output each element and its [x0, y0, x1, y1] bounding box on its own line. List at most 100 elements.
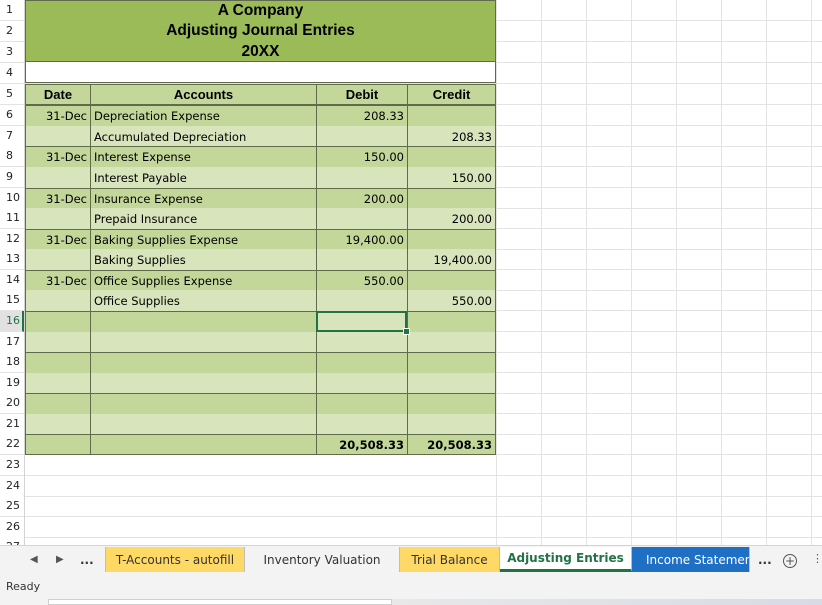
worksheet-grid[interactable]: 1 2 3 4 5 6 7 8 9 10 11 12 13 14 15 16 17 18 19 20 21 22 23 24 2…	[0, 0, 822, 545]
tabs-more-right[interactable]: ...	[758, 553, 772, 567]
row-header-13[interactable]: 13	[0, 249, 24, 270]
empty-date-cell[interactable]	[25, 373, 90, 394]
row-header-22[interactable]: 22	[0, 434, 24, 455]
entry-date-cell[interactable]	[25, 208, 90, 229]
entry-account-cell[interactable]: Office Supplies	[90, 290, 316, 311]
entry-account-cell[interactable]: Prepaid Insurance	[90, 208, 316, 229]
tab-trial-balance[interactable]: Trial Balance	[400, 547, 500, 572]
empty-date-cell[interactable]	[25, 332, 90, 353]
fill-handle[interactable]	[403, 328, 410, 335]
entry-date-cell[interactable]: 31-Dec	[25, 229, 90, 250]
tab-adjusting-entries[interactable]: Adjusting Entries	[500, 547, 632, 572]
tab-inventory-valuation[interactable]: Inventory Valuation	[245, 547, 400, 572]
entry-account-cell[interactable]: Office Supplies Expense	[90, 270, 316, 291]
entry-date-cell[interactable]: 31-Dec	[25, 105, 90, 126]
entry-debit-cell[interactable]	[316, 167, 407, 188]
empty-account-cell[interactable]	[90, 352, 316, 373]
row-header-9[interactable]: 9	[0, 167, 24, 188]
empty-debit-cell[interactable]	[316, 352, 407, 373]
row-header-7[interactable]: 7	[0, 126, 24, 147]
empty-date-cell[interactable]	[25, 352, 90, 373]
empty-date-cell[interactable]	[25, 414, 90, 435]
entry-account-cell[interactable]: Baking Supplies	[90, 249, 316, 270]
row-header-20[interactable]: 20	[0, 393, 24, 414]
blank-row-4[interactable]	[25, 62, 496, 83]
report-title-block[interactable]: A Company Adjusting Journal Entries 20XX	[25, 0, 496, 62]
row-header-6[interactable]: 6	[0, 105, 24, 126]
row-header-3[interactable]: 3	[0, 42, 24, 63]
entry-credit-cell[interactable]	[407, 188, 496, 209]
total-debit[interactable]: 20,508.33	[316, 434, 407, 455]
empty-account-cell[interactable]	[90, 373, 316, 394]
row-header-25[interactable]: 25	[0, 496, 24, 517]
empty-credit-cell[interactable]	[407, 373, 496, 394]
entry-date-cell[interactable]	[25, 249, 90, 270]
entry-date-cell[interactable]	[25, 126, 90, 147]
row-header-15[interactable]: 15	[0, 290, 24, 311]
tab-scroll-right-icon[interactable]: ▶	[56, 554, 64, 565]
entry-credit-cell[interactable]	[407, 229, 496, 250]
row-header-27[interactable]: 27	[0, 537, 24, 545]
total-account-cell[interactable]	[90, 434, 316, 455]
entry-credit-cell[interactable]: 208.33	[407, 126, 496, 147]
entry-credit-cell[interactable]: 19,400.00	[407, 249, 496, 270]
empty-credit-cell[interactable]	[407, 393, 496, 414]
row-header-24[interactable]: 24	[0, 476, 24, 497]
entry-debit-cell[interactable]	[316, 290, 407, 311]
entry-date-cell[interactable]	[25, 167, 90, 188]
entry-debit-cell[interactable]: 208.33	[316, 105, 407, 126]
empty-account-cell[interactable]	[90, 414, 316, 435]
entry-account-cell[interactable]: Depreciation Expense	[90, 105, 316, 126]
empty-debit-cell[interactable]	[316, 393, 407, 414]
row-header-2[interactable]: 2	[0, 21, 24, 42]
row-header-21[interactable]: 21	[0, 414, 24, 435]
entry-account-cell[interactable]: Insurance Expense	[90, 188, 316, 209]
empty-account-cell[interactable]	[90, 311, 316, 332]
row-header-1[interactable]: 1	[0, 0, 24, 21]
entry-credit-cell[interactable]: 200.00	[407, 208, 496, 229]
total-date-cell[interactable]	[25, 434, 90, 455]
row-header-8[interactable]: 8	[0, 146, 24, 167]
header-debit[interactable]: Debit	[316, 84, 407, 105]
row-header-16[interactable]: 16	[0, 311, 24, 332]
entry-date-cell[interactable]	[25, 290, 90, 311]
header-date[interactable]: Date	[25, 84, 90, 105]
entry-date-cell[interactable]: 31-Dec	[25, 188, 90, 209]
empty-debit-cell[interactable]	[316, 332, 407, 353]
total-credit[interactable]: 20,508.33	[407, 434, 496, 455]
entry-credit-cell[interactable]: 150.00	[407, 167, 496, 188]
row-header-14[interactable]: 14	[0, 270, 24, 291]
row-header-18[interactable]: 18	[0, 352, 24, 373]
entry-debit-cell[interactable]	[316, 249, 407, 270]
row-header-12[interactable]: 12	[0, 229, 24, 250]
empty-date-cell[interactable]	[25, 393, 90, 414]
row-header-19[interactable]: 19	[0, 373, 24, 394]
entry-date-cell[interactable]: 31-Dec	[25, 270, 90, 291]
entry-debit-cell[interactable]	[316, 126, 407, 147]
row-header-5[interactable]: 5	[0, 84, 24, 105]
empty-debit-cell[interactable]	[316, 373, 407, 394]
empty-credit-cell[interactable]	[407, 414, 496, 435]
row-header-4[interactable]: 4	[0, 63, 24, 84]
entry-debit-cell[interactable]: 150.00	[316, 146, 407, 167]
entry-credit-cell[interactable]	[407, 146, 496, 167]
entry-account-cell[interactable]: Interest Expense	[90, 146, 316, 167]
empty-debit-cell[interactable]	[316, 414, 407, 435]
entry-credit-cell[interactable]	[407, 270, 496, 291]
add-sheet-icon[interactable]: +	[783, 554, 797, 568]
entry-account-cell[interactable]: Interest Payable	[90, 167, 316, 188]
tab-scroll-left-icon[interactable]: ◀	[30, 554, 38, 565]
entry-account-cell[interactable]: Baking Supplies Expense	[90, 229, 316, 250]
entry-debit-cell[interactable]: 19,400.00	[316, 229, 407, 250]
empty-date-cell[interactable]	[25, 311, 90, 332]
entry-debit-cell[interactable]	[316, 208, 407, 229]
tab-t-accounts-autofill[interactable]: T-Accounts - autofill	[105, 547, 245, 572]
entry-credit-cell[interactable]	[407, 105, 496, 126]
entry-date-cell[interactable]: 31-Dec	[25, 146, 90, 167]
empty-credit-cell[interactable]	[407, 352, 496, 373]
row-header-17[interactable]: 17	[0, 332, 24, 353]
row-header-26[interactable]: 26	[0, 517, 24, 538]
empty-account-cell[interactable]	[90, 332, 316, 353]
row-header-11[interactable]: 11	[0, 208, 24, 229]
empty-credit-cell[interactable]	[407, 332, 496, 353]
